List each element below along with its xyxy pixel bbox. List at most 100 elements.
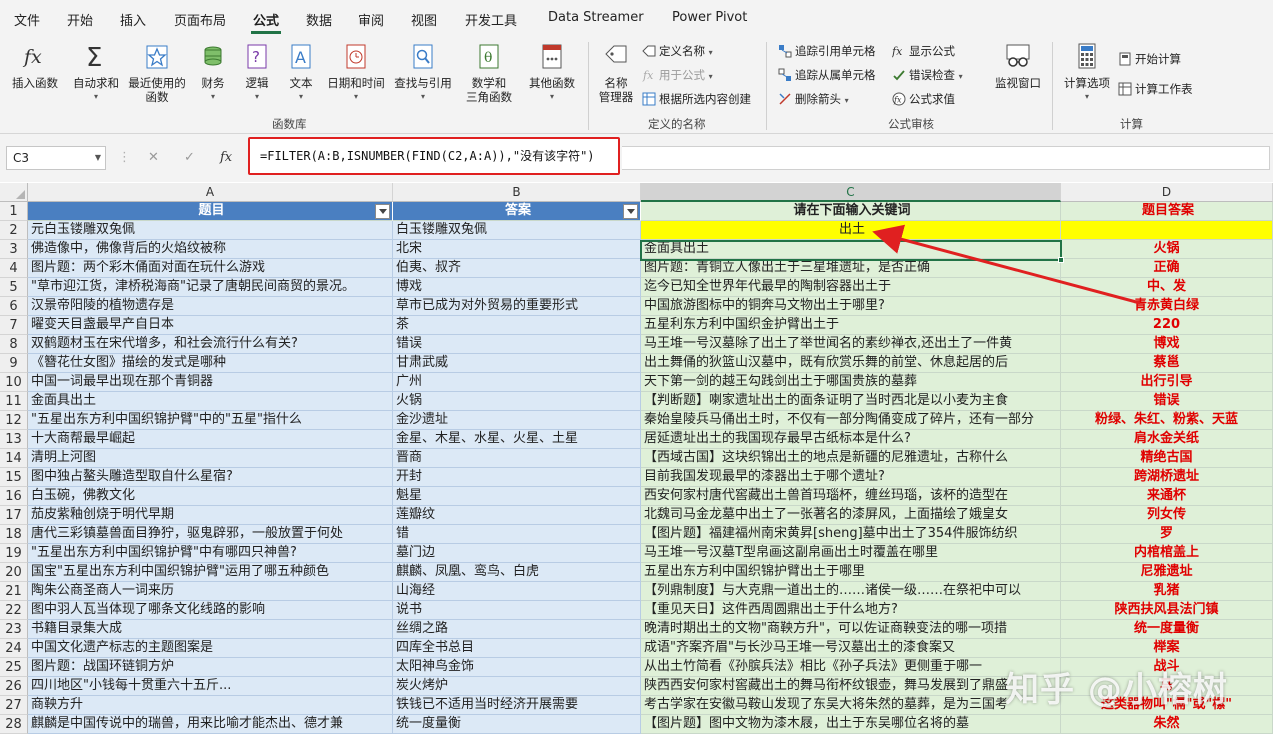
- cell-answer[interactable]: 金沙遗址: [393, 411, 641, 430]
- recently-used-button[interactable]: 最近使用的 函数: [126, 42, 188, 104]
- cell-answer[interactable]: 茶: [393, 316, 641, 335]
- cell-question[interactable]: "五星出东方利中国织锦护臂"中有哪四只神兽?: [28, 544, 393, 563]
- watch-window-button[interactable]: 监视窗口: [992, 42, 1044, 90]
- column-header-b[interactable]: B: [393, 183, 641, 202]
- cell-answer[interactable]: 统一度量衡: [393, 715, 641, 734]
- cell-question[interactable]: 金面具出土: [28, 392, 393, 411]
- formula-input[interactable]: =FILTER(A:B,ISNUMBER(FIND(C2,A:A)),"没有该字…: [248, 137, 620, 175]
- cell-filter-answer[interactable]: 统一度量衡: [1061, 620, 1273, 639]
- calculate-sheet-button[interactable]: 计算工作表: [1118, 80, 1193, 98]
- tab-review[interactable]: 审阅: [358, 10, 384, 29]
- cell-filter-result[interactable]: 【重见天日】这件西周圆鼎出土于什么地方?: [641, 601, 1061, 620]
- cell-filter-answer[interactable]: 朱然: [1061, 715, 1273, 734]
- cell-question[interactable]: 书籍目录集大成: [28, 620, 393, 639]
- cell-question[interactable]: 陶朱公商圣商人一词来历: [28, 582, 393, 601]
- cell-question[interactable]: 中国一词最早出现在那个青铜器: [28, 373, 393, 392]
- cell-answer[interactable]: 开封: [393, 468, 641, 487]
- cell-filter-result[interactable]: 【西域古国】这块织锦出土的地点是新疆的尼雅遗址，古称什么: [641, 449, 1061, 468]
- tab-file[interactable]: 文件: [14, 10, 40, 29]
- cell-filter-result[interactable]: 晚清时期出土的文物"商鞅方升"，可以佐证商鞅变法的哪一项措: [641, 620, 1061, 639]
- header-cell-answer[interactable]: 答案: [393, 202, 641, 221]
- fill-handle[interactable]: [1058, 257, 1064, 263]
- cell-filter-result[interactable]: 天下第一剑的越王勾践剑出土于哪国贵族的墓葬: [641, 373, 1061, 392]
- cell-question[interactable]: 唐代三彩镇墓兽面目狰狞，驱鬼辟邪，一般放置于何处: [28, 525, 393, 544]
- remove-arrows-button[interactable]: 删除箭头 ▾: [778, 90, 849, 108]
- cell-answer[interactable]: 炭火烤炉: [393, 677, 641, 696]
- row-header[interactable]: 5: [0, 278, 28, 297]
- cell-question[interactable]: 图片题：战国环链铜方炉: [28, 658, 393, 677]
- tab-home[interactable]: 开始: [67, 10, 93, 29]
- row-header[interactable]: 2: [0, 221, 28, 240]
- cell-question[interactable]: 汉景帝阳陵的植物遗存是: [28, 297, 393, 316]
- cell-answer[interactable]: 魁星: [393, 487, 641, 506]
- cell-filter-result[interactable]: 【列鼎制度】与大克鼎一道出土的……诸侯一级……在祭祀中可以: [641, 582, 1061, 601]
- cell-answer[interactable]: 白玉镂雕双兔佩: [393, 221, 641, 240]
- cell-filter-result[interactable]: 西安何家村唐代窖藏出土兽首玛瑙杯，缠丝玛瑙，该杯的造型在: [641, 487, 1061, 506]
- row-header[interactable]: 26: [0, 677, 28, 696]
- tab-developer[interactable]: 开发工具: [465, 10, 517, 29]
- cell-filter-answer[interactable]: 中、发: [1061, 278, 1273, 297]
- column-header-d[interactable]: D: [1061, 183, 1273, 202]
- cell-filter-answer[interactable]: 内棺棺盖上: [1061, 544, 1273, 563]
- row-header[interactable]: 6: [0, 297, 28, 316]
- evaluate-formula-button[interactable]: fx 公式求值: [892, 90, 955, 108]
- row-header[interactable]: 20: [0, 563, 28, 582]
- math-trig-button[interactable]: θ 数学和 三角函数: [458, 42, 520, 104]
- cell-answer[interactable]: 金星、木星、水星、火星、土星: [393, 430, 641, 449]
- row-header[interactable]: 4: [0, 259, 28, 278]
- text-button[interactable]: A 文本 ▾: [282, 42, 320, 104]
- cell-filter-answer[interactable]: 来通杯: [1061, 487, 1273, 506]
- calc-options-button[interactable]: 计算选项 ▾: [1060, 42, 1114, 104]
- insert-function-button[interactable]: fx 插入函数: [8, 42, 62, 90]
- tab-power-pivot[interactable]: Power Pivot: [672, 10, 747, 25]
- cell-answer[interactable]: 说书: [393, 601, 641, 620]
- cell-filter-result[interactable]: 出土舞俑的狄篮山汉墓中，既有欣赏乐舞的前堂、休息起居的后: [641, 354, 1061, 373]
- cell-question[interactable]: 麒麟是中国传说中的瑞兽，用来比喻才能杰出、德才兼: [28, 715, 393, 734]
- row-header[interactable]: 9: [0, 354, 28, 373]
- chevron-down-icon[interactable]: ▼: [95, 147, 101, 169]
- row-header[interactable]: 1: [0, 202, 28, 221]
- cell-question[interactable]: 图中羽人瓦当体现了哪条文化线路的影响: [28, 601, 393, 620]
- cell-filter-answer[interactable]: 青赤黄白绿: [1061, 297, 1273, 316]
- cell-answer[interactable]: 四库全书总目: [393, 639, 641, 658]
- cell-filter-answer[interactable]: 错误: [1061, 392, 1273, 411]
- cell-answer[interactable]: 山海经: [393, 582, 641, 601]
- cell-filter-result[interactable]: 陕西西安何家村窖藏出土的舞马衔杯纹银壶，舞马发展到了鼎盛: [641, 677, 1061, 696]
- cell-filter-answer[interactable]: 精绝古国: [1061, 449, 1273, 468]
- calculate-now-button[interactable]: 开始计算: [1118, 50, 1181, 68]
- filter-dropdown-icon[interactable]: [375, 204, 390, 219]
- cell-filter-answer[interactable]: 跨湖桥遗址: [1061, 468, 1273, 487]
- cell-question[interactable]: 图片题：两个彩木俑面对面在玩什么游戏: [28, 259, 393, 278]
- autosum-button[interactable]: Σ 自动求和 ▾: [70, 42, 122, 104]
- cell-filter-result[interactable]: 金面具出土: [641, 240, 1061, 259]
- cell-filter-answer[interactable]: 博戏: [1061, 335, 1273, 354]
- cell-answer[interactable]: 莲瓣纹: [393, 506, 641, 525]
- enter-icon[interactable]: ✓: [184, 150, 195, 165]
- row-header[interactable]: 27: [0, 696, 28, 715]
- row-header[interactable]: 23: [0, 620, 28, 639]
- cell-filter-answer[interactable]: 出行引导: [1061, 373, 1273, 392]
- cell-question[interactable]: 中国文化遗产标志的主题图案是: [28, 639, 393, 658]
- cell-answer[interactable]: 甘肃武威: [393, 354, 641, 373]
- cell-filter-result[interactable]: 五星利东方利中国织金护臂出土于: [641, 316, 1061, 335]
- row-header[interactable]: 28: [0, 715, 28, 734]
- cell-filter-result[interactable]: 居延遗址出土的我国现存最早古纸标本是什么?: [641, 430, 1061, 449]
- cell-question[interactable]: 十大商帮最早崛起: [28, 430, 393, 449]
- cell-question[interactable]: 佛造像中，佛像背后的火焰纹被称: [28, 240, 393, 259]
- cell-filter-result[interactable]: 目前我国发现最早的漆器出土于哪个遗址?: [641, 468, 1061, 487]
- column-header-a[interactable]: A: [28, 183, 393, 202]
- cell-answer[interactable]: 博戏: [393, 278, 641, 297]
- tab-data[interactable]: 数据: [306, 10, 332, 29]
- row-header[interactable]: 25: [0, 658, 28, 677]
- cell-filter-answer[interactable]: 肩水金关纸: [1061, 430, 1273, 449]
- cell-question[interactable]: 四川地区"小钱每十贯重六十五斤...: [28, 677, 393, 696]
- filter-dropdown-icon[interactable]: [623, 204, 638, 219]
- cell-question[interactable]: 图中独占鳌头雕造型取自什么星宿?: [28, 468, 393, 487]
- cell-filter-result[interactable]: 【判断题】喇家遗址出土的面条证明了当时西北是以小麦为主食: [641, 392, 1061, 411]
- trace-dependents-button[interactable]: 追踪从属单元格: [778, 66, 876, 84]
- row-header[interactable]: 8: [0, 335, 28, 354]
- keyword-row-cell[interactable]: [1061, 221, 1273, 240]
- header-cell-question-answer[interactable]: 题目答案: [1061, 202, 1273, 221]
- cell-filter-result[interactable]: 【图片题】福建福州南宋黄昇[sheng]墓中出土了354件服饰纺织: [641, 525, 1061, 544]
- row-header[interactable]: 10: [0, 373, 28, 392]
